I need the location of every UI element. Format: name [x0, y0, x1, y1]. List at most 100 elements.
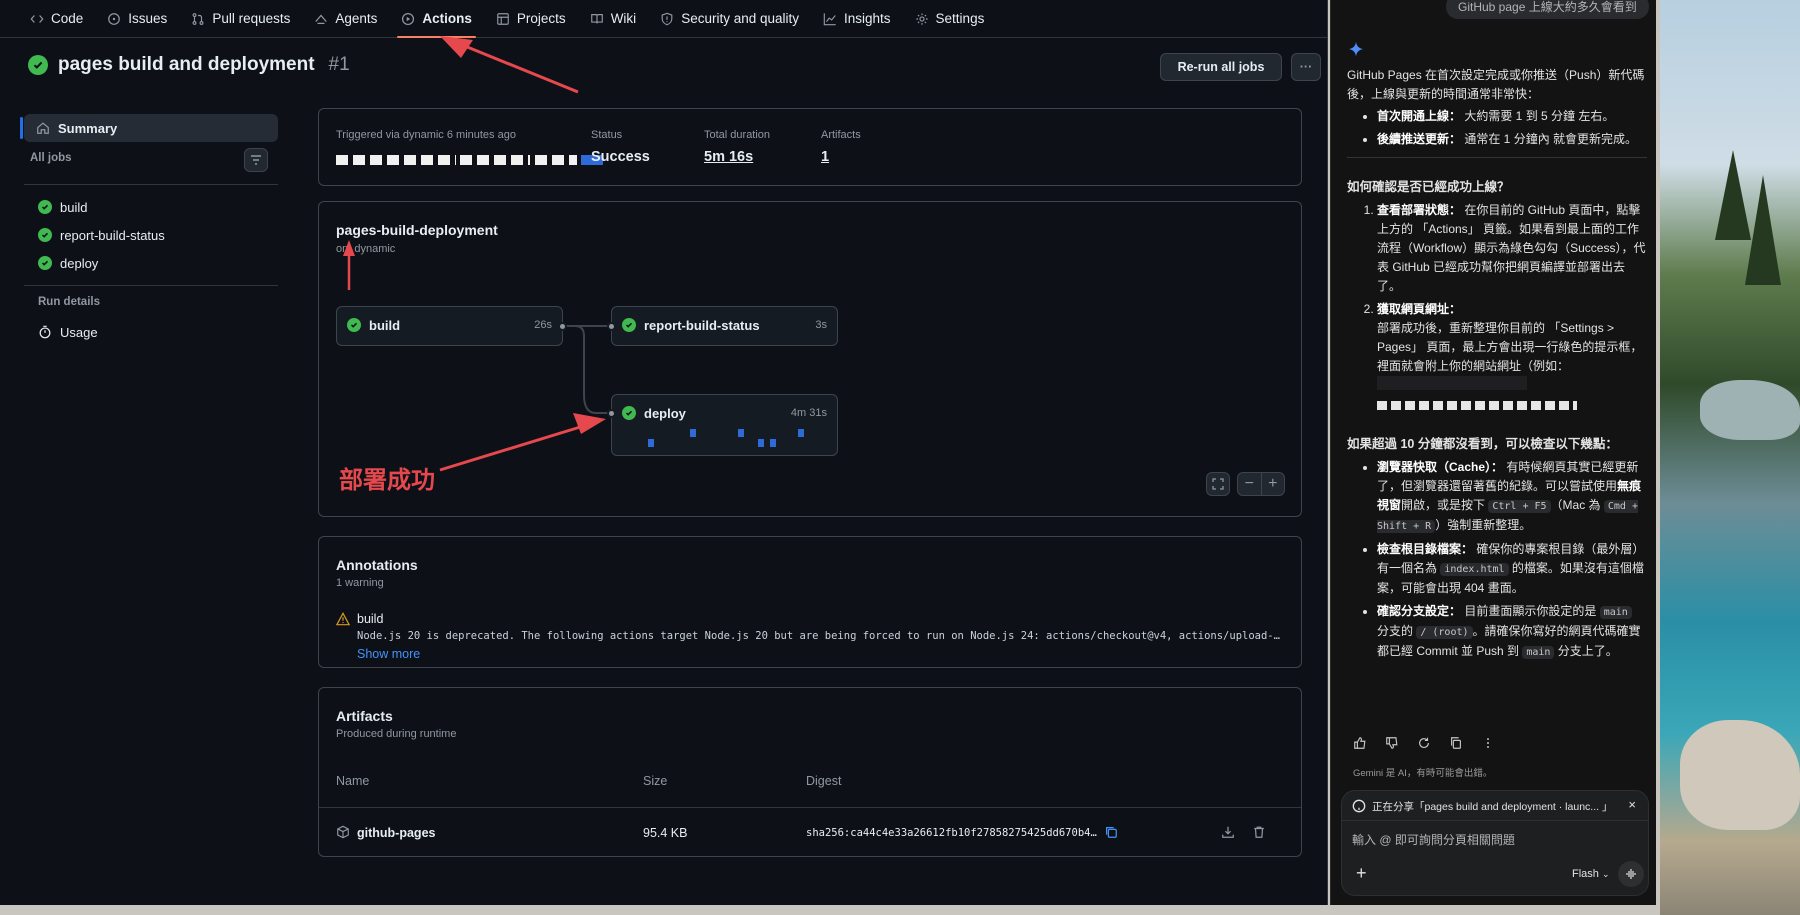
filter-button[interactable] — [244, 148, 268, 172]
success-check-icon — [28, 55, 48, 75]
success-check-icon — [38, 228, 52, 242]
tab-label: Pull requests — [212, 11, 291, 26]
model-name: Flash — [1572, 868, 1599, 880]
column-header-name: Name — [336, 774, 370, 788]
run-header: pages build and deployment #1 — [28, 54, 350, 76]
more-options-button[interactable]: ··· — [1291, 53, 1321, 81]
status-block: Status Success — [591, 129, 650, 165]
check-steps-list: 查看部署狀態： 在你目前的 GitHub 頁面中，點擊上方的 「Actions」… — [1347, 201, 1647, 415]
status-label: Status — [591, 129, 623, 141]
warning-icon — [336, 612, 350, 626]
redacted-commit — [336, 151, 604, 169]
gear-icon — [915, 12, 928, 25]
regenerate-icon[interactable] — [1417, 736, 1431, 750]
tab-settings[interactable]: Settings — [903, 0, 997, 37]
add-attachment-button[interactable]: + — [1356, 863, 1367, 884]
status-value: Success — [591, 149, 650, 165]
table-icon — [497, 12, 509, 25]
tab-label: Insights — [844, 11, 891, 26]
list-item: 查看部署狀態： 在你目前的 GitHub 頁面中，點擊上方的 「Actions」… — [1377, 201, 1647, 296]
column-header-digest: Digest — [806, 774, 842, 788]
artifacts-block: Artifacts 1 — [821, 129, 861, 165]
run-summary-panel: Triggered via dynamic 6 minutes ago Stat… — [318, 108, 1302, 186]
user-message-bubble: GitHub page 上線大約多久會看到 — [1446, 0, 1649, 19]
tab-actions[interactable]: Actions — [389, 0, 484, 38]
job-node-build[interactable]: build 26s — [336, 306, 567, 346]
success-check-icon — [622, 406, 636, 420]
thumbs-down-icon[interactable] — [1385, 736, 1399, 750]
copy-icon[interactable] — [1104, 825, 1118, 839]
zoom-in-button[interactable]: + — [1262, 473, 1285, 495]
model-selector[interactable]: Flash ⌄ — [1572, 868, 1610, 880]
tab-agents[interactable]: Agents — [302, 0, 389, 37]
sidebar-item-build[interactable]: build — [24, 193, 278, 221]
annotations-panel: Annotations 1 warning build Node.js 20 i… — [318, 536, 1302, 668]
column-header-size: Size — [643, 774, 668, 788]
artifact-size: 95.4 KB — [643, 826, 688, 840]
thumbs-up-icon[interactable] — [1353, 736, 1367, 750]
job-node-deploy[interactable]: deploy 4m 31s — [607, 394, 838, 456]
play-icon — [402, 12, 415, 25]
annotation-success-text: 部署成功 — [339, 467, 435, 494]
artifacts-subtitle: Produced during runtime — [336, 728, 457, 740]
tab-security-and-quality[interactable]: Security and quality — [648, 0, 811, 37]
tab-projects[interactable]: Projects — [484, 0, 578, 37]
copy-icon[interactable] — [1449, 736, 1463, 750]
workflow-name: pages-build-deployment — [336, 222, 498, 238]
all-jobs-label: All jobs — [30, 152, 72, 164]
close-sharing-button[interactable]: × — [1628, 797, 1636, 812]
artifacts-panel: Artifacts Produced during runtime Name S… — [318, 687, 1302, 857]
prompt-input[interactable]: 輸入 @ 即可詢問分頁相關問題 — [1352, 831, 1515, 848]
sidebar-item-deploy[interactable]: deploy — [24, 249, 278, 277]
show-more-link[interactable]: Show more — [357, 647, 420, 661]
artifact-digest: sha256:ca44c4e33a26612fb10f27858275425dd… — [806, 827, 1097, 839]
sharing-bar: 正在分享「pages build and deployment · launc.… — [1342, 791, 1648, 821]
graph-icon — [823, 12, 836, 25]
stopwatch-icon — [39, 325, 51, 339]
chevron-down-icon: ⌄ — [1601, 869, 1610, 879]
zoom-out-button[interactable]: − — [1238, 473, 1262, 495]
workflow-trigger: on: dynamic — [336, 243, 396, 255]
trash-icon[interactable] — [1252, 825, 1266, 839]
tab-label: Code — [51, 11, 84, 26]
list-item: 瀏覽器快取（Cache）： 有時候網頁其實已經更新了，但瀏覽器還留著舊的紀錄。可… — [1377, 458, 1647, 536]
artifacts-count-link[interactable]: 1 — [821, 149, 861, 165]
artifact-name[interactable]: github-pages — [357, 826, 435, 840]
tab-label: Security and quality — [681, 11, 800, 26]
tab-wiki[interactable]: Wiki — [578, 0, 649, 37]
tab-issues[interactable]: Issues — [95, 0, 179, 37]
microphone-wave-icon — [1626, 869, 1636, 879]
sidebar-job-label: report-build-status — [60, 227, 165, 243]
annotation-job: build — [357, 612, 384, 626]
list-item: 獲取網頁網址：部署成功後，重新整理你目前的 「Settings > Pages」… — [1377, 300, 1647, 415]
table-row: github-pages 95.4 KB sha256:ca44c4e33a26… — [319, 808, 1301, 856]
download-icon[interactable] — [1221, 825, 1235, 839]
response-actions — [1353, 736, 1495, 750]
sidebar-job-label: build — [60, 199, 88, 215]
sidebar-item-report-build-status[interactable]: report-build-status — [24, 221, 278, 249]
arrow-to-actions-tab — [440, 36, 579, 94]
success-check-icon — [622, 318, 636, 332]
duration-link[interactable]: 5m 16s — [704, 149, 770, 165]
duration-label: Total duration — [704, 129, 771, 141]
more-vertical-icon[interactable] — [1481, 736, 1495, 750]
workflow-graph-panel: pages-build-deployment on: dynamic build… — [318, 201, 1302, 517]
job-node-report-build-status[interactable]: report-build-status 3s — [607, 306, 838, 346]
sidebar-item-usage[interactable]: Usage — [24, 318, 278, 346]
tab-insights[interactable]: Insights — [811, 0, 903, 37]
rerun-all-jobs-button[interactable]: Re-run all jobs — [1160, 53, 1282, 81]
trigger-text: Triggered via dynamic 6 minutes ago — [336, 129, 516, 141]
trigger-info: Triggered via dynamic 6 minutes ago — [336, 129, 604, 169]
tab-code[interactable]: Code — [18, 0, 95, 37]
sidebar-summary[interactable]: Summary — [20, 114, 278, 142]
input-port — [607, 409, 616, 418]
tab-label: Wiki — [610, 11, 637, 26]
output-port — [558, 322, 567, 331]
fullscreen-button[interactable] — [1206, 472, 1230, 496]
rock-shape — [1680, 720, 1800, 830]
tab-pull-requests[interactable]: Pull requests — [179, 0, 302, 37]
sidebar-divider — [24, 184, 278, 185]
voice-input-button[interactable] — [1618, 861, 1644, 887]
artifacts-title: Artifacts — [336, 708, 393, 724]
prompt-box: 正在分享「pages build and deployment · launc.… — [1341, 790, 1649, 896]
